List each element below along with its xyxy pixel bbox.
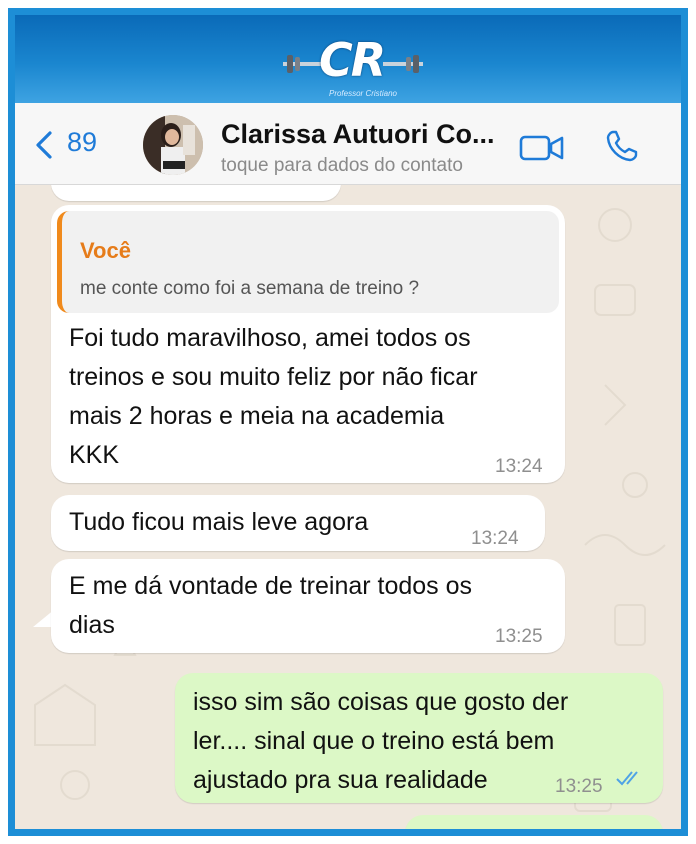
video-call-icon[interactable]	[519, 133, 565, 163]
message-text: Tudo ficou mais leve agora	[69, 508, 369, 536]
chat-area[interactable]: Você me conte como foi a semana de trein…	[15, 185, 681, 829]
message-bubble-previous[interactable]	[51, 185, 341, 201]
message-bubble-outgoing[interactable]: isso sim são coisas que gosto der ler...…	[175, 673, 663, 803]
message-text: isso sim são coisas que gosto der ler...…	[193, 688, 569, 794]
logo-text: CR	[319, 33, 386, 87]
avatar-photo	[143, 115, 203, 175]
message-text: E me dá vontade de treinar todos os dias	[69, 572, 473, 639]
dumbbell-right-icon	[383, 55, 423, 73]
quoted-reply[interactable]: Você me conte como foi a semana de trein…	[57, 211, 559, 313]
message-bubble-incoming[interactable]: Você me conte como foi a semana de trein…	[51, 205, 565, 483]
message-time: 13:24	[471, 528, 519, 549]
message-bubble-outgoing[interactable]: pra cima	[405, 815, 663, 829]
brand-banner: CR Professor Cristiano	[15, 15, 681, 103]
screenshot-frame: CR Professor Cristiano 89 Clarissa Autuo…	[8, 8, 688, 836]
message-text: Foi tudo maravilhoso, amei todos os trei…	[69, 324, 478, 469]
message-bubble-incoming[interactable]: E me dá vontade de treinar todos os dias…	[51, 559, 565, 653]
message-text: pra cima	[429, 823, 525, 829]
avatar[interactable]	[143, 115, 203, 175]
dumbbell-left-icon	[283, 55, 323, 73]
phone-call-icon[interactable]	[605, 129, 639, 163]
back-unread-count[interactable]: 89	[67, 127, 97, 158]
chevron-left-icon[interactable]	[33, 131, 55, 159]
message-time: 13:24	[495, 456, 543, 477]
chat-header: 89 Clarissa Autuori Co... toque para dad…	[15, 103, 681, 185]
contact-subtitle[interactable]: toque para dados do contato	[221, 155, 463, 177]
read-receipt-icon	[616, 771, 638, 786]
message-time: 13:25	[495, 626, 543, 647]
logo-subtitle: Professor Cristiano	[328, 89, 398, 98]
message-time: 13:25	[555, 776, 603, 797]
contact-name[interactable]: Clarissa Autuori Co...	[221, 119, 495, 150]
message-bubble-incoming[interactable]: Tudo ficou mais leve agora 13:24	[51, 495, 545, 551]
quoted-author: Você	[80, 238, 131, 263]
brand-logo: CR Professor Cristiano	[283, 27, 423, 103]
quoted-text: me conte como foi a semana de treino ?	[80, 278, 420, 299]
